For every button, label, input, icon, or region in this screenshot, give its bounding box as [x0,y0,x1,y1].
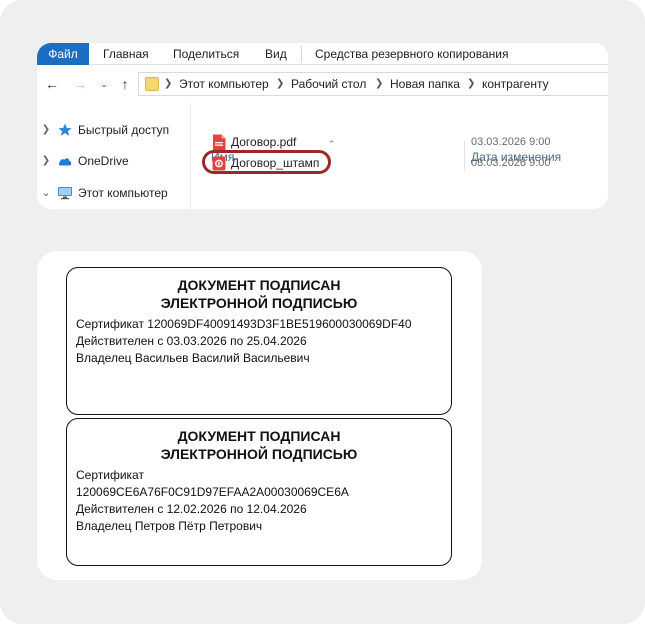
stamp-heading: ДОКУМЕНТ ПОДПИСАН ЭЛЕКТРОННОЙ ПОДПИСЬЮ [160,428,358,462]
breadcrumb-new-folder[interactable]: Новая папка [390,73,460,95]
stamp-validity: Действителен с 12.02.2026 по 12.04.2026 [76,502,307,516]
address-row: ← → ⌄ ↑ ❯ Этот компьютер ❯ Рабочий стол … [37,65,608,103]
nav-item-quick-access[interactable]: ❯ Быстрый доступ [37,120,191,140]
stamp-details: Сертификат 120069CE6A76F0C91D97EFAA2A000… [67,463,451,535]
tab-file[interactable]: Файл [37,43,89,65]
recent-locations-chevron-icon[interactable]: ⌄ [95,75,113,93]
chevron-down-icon[interactable]: ⌄ [40,185,52,201]
cloud-icon [57,153,73,169]
breadcrumb-separator-icon: ❯ [164,78,173,89]
file-rows: Договор.pdf 03.03.2026 9:00 Договор_штам… [192,103,608,209]
pdf-file-icon [212,134,226,151]
file-row[interactable]: Договор_штамп 03.03.2026 9:00 [192,150,608,174]
stamp-owner: Владелец Васильев Василий Васильевич [76,351,310,365]
page-background: Файл Главная Поделиться Вид Средства рез… [0,0,645,624]
pdf-file-icon [212,155,226,172]
breadcrumb-desktop[interactable]: Рабочий стол [291,73,366,95]
tab-home[interactable]: Главная [103,43,149,65]
nav-item-onedrive[interactable]: ❯ OneDrive [37,151,191,171]
tab-backup-tools[interactable]: Средства резервного копирования [315,43,508,65]
breadcrumb-this-pc[interactable]: Этот компьютер [179,73,269,95]
tab-share[interactable]: Поделиться [173,43,239,65]
folder-icon [145,77,159,91]
file-date-modified: 03.03.2026 9:00 [471,157,551,169]
stamp-details: Сертификат 120069DF40091493D3F1BE5196000… [67,312,451,367]
file-name: Договор_штамп [231,156,320,170]
file-date-modified: 03.03.2026 9:00 [471,136,551,148]
breadcrumb-separator-icon: ❯ [276,78,285,89]
computer-icon [57,185,73,201]
chevron-right-icon[interactable]: ❯ [40,153,52,169]
back-arrow-icon[interactable]: ← [43,75,61,93]
stamp-heading: ДОКУМЕНТ ПОДПИСАН ЭЛЕКТРОННОЙ ПОДПИСЬЮ [160,277,358,311]
breadcrumb-counterparty[interactable]: контрагенту [482,73,549,95]
ribbon-tabs: Файл Главная Поделиться Вид Средства рез… [37,43,608,65]
signature-stamp: ДОКУМЕНТ ПОДПИСАН ЭЛЕКТРОННОЙ ПОДПИСЬЮ С… [66,267,452,415]
nav-item-this-pc[interactable]: ⌄ Этот компьютер [37,183,191,203]
stamp-validity: Действителен с 03.03.2026 по 25.04.2026 [76,334,307,348]
breadcrumb-separator-icon: ❯ [375,78,384,89]
stamp-certificate-number: 120069CE6A76F0C91D97EFAA2A00030069CE6A [76,485,349,499]
tab-view[interactable]: Вид [265,43,287,65]
forward-arrow-icon[interactable]: → [71,75,89,93]
stamp-owner: Владелец Петров Пётр Петрович [76,519,263,533]
up-arrow-icon[interactable]: ↑ [116,75,134,93]
star-icon [57,122,73,138]
signature-stamps-card: ДОКУМЕНТ ПОДПИСАН ЭЛЕКТРОННОЙ ПОДПИСЬЮ С… [37,251,482,580]
stamp-certificate-label: Сертификат [76,468,144,482]
chevron-right-icon[interactable]: ❯ [40,122,52,138]
signature-stamp: ДОКУМЕНТ ПОДПИСАН ЭЛЕКТРОННОЙ ПОДПИСЬЮ С… [66,418,452,566]
ribbon-separator [301,46,302,62]
stamp-certificate: Сертификат 120069DF40091493D3F1BE5196000… [76,317,412,331]
address-bar[interactable]: ❯ Этот компьютер ❯ Рабочий стол ❯ Новая … [138,72,608,96]
file-explorer-window: Файл Главная Поделиться Вид Средства рез… [37,43,608,209]
breadcrumb-separator-icon: ❯ [467,78,476,89]
navigation-pane: ❯ Быстрый доступ ❯ OneDrive ⌄ Этот компь… [37,103,191,209]
